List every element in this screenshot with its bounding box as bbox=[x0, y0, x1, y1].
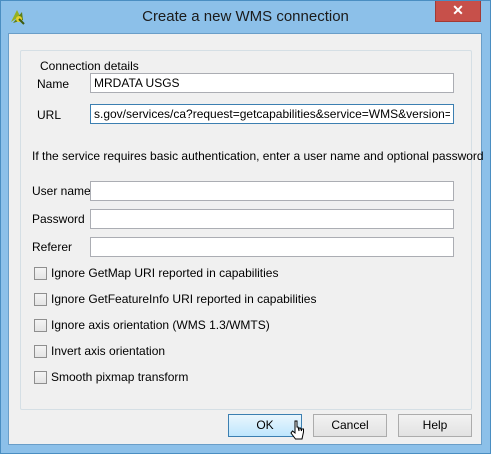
url-label: URL bbox=[37, 108, 62, 122]
url-input[interactable] bbox=[90, 104, 454, 124]
password-input[interactable] bbox=[90, 209, 454, 229]
option-label: Ignore GetFeatureInfo URI reported in ca… bbox=[51, 292, 317, 306]
option-label: Smooth pixmap transform bbox=[51, 370, 189, 384]
title-bar[interactable]: Create a new WMS connection ✕ bbox=[1, 1, 490, 33]
option-label: Invert axis orientation bbox=[51, 344, 166, 358]
name-label: Name bbox=[37, 77, 70, 91]
username-input[interactable] bbox=[90, 181, 454, 201]
referer-label: Referer bbox=[32, 240, 73, 254]
window-title: Create a new WMS connection bbox=[142, 8, 349, 25]
name-input[interactable] bbox=[90, 73, 454, 93]
password-label: Password bbox=[32, 212, 85, 226]
group-title: Connection details bbox=[37, 59, 142, 73]
referer-input[interactable] bbox=[90, 237, 454, 257]
mouse-pointer-icon bbox=[290, 420, 304, 440]
username-label: User name bbox=[32, 184, 91, 198]
dialog-window: Create a new WMS connection ✕ Connection… bbox=[0, 0, 491, 454]
checkbox[interactable] bbox=[34, 319, 47, 332]
close-button[interactable]: ✕ bbox=[435, 1, 481, 22]
cancel-button[interactable]: Cancel bbox=[313, 414, 387, 437]
checkbox[interactable] bbox=[34, 293, 47, 306]
dialog-body: Connection details Name URL If the servi… bbox=[8, 33, 484, 445]
help-button[interactable]: Help bbox=[398, 414, 472, 437]
option-label: Ignore GetMap URI reported in capabiliti… bbox=[51, 266, 279, 280]
checkbox[interactable] bbox=[34, 371, 47, 384]
checkbox[interactable] bbox=[34, 345, 47, 358]
option-label: Ignore axis orientation (WMS 1.3/WMTS) bbox=[51, 318, 270, 332]
auth-info-text: If the service requires basic authentica… bbox=[32, 149, 484, 163]
checkbox[interactable] bbox=[34, 267, 47, 280]
